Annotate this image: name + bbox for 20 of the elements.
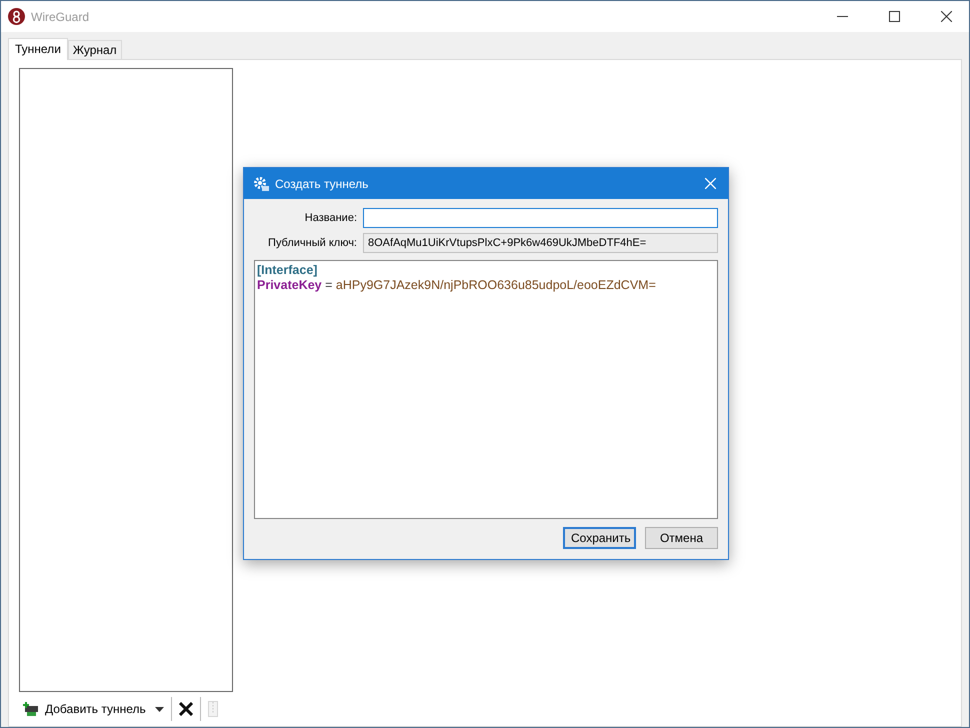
config-section-header: [Interface] [257,263,318,278]
add-tunnel-icon [23,702,40,716]
close-icon [940,11,952,22]
public-key-field[interactable]: 8OAfAqMu1UiKrVtupsPlxC+9Pk6w469UkJMbeDTF4hE= [363,233,718,253]
dialog-title: Создать туннель [275,176,370,190]
window-title: WireGuard [31,10,90,24]
tab[interactable]: Журнал [68,40,122,59]
add-tunnel-button[interactable]: Добавить туннель [19,700,150,718]
gear-icon [253,176,269,192]
config-editor[interactable]: [Interface] PrivateKey = aHPy9G7JAzek9N/njPbROO636u85udpoL/eooEZdCVM= [254,260,718,519]
field-label: Публичный ключ: [267,237,357,249]
maximize-icon [888,11,900,22]
name-field[interactable] [363,208,718,228]
close-icon [704,178,716,189]
dialog-button[interactable]: Отмена [645,527,718,549]
dialog-button[interactable]: Сохранить [563,527,636,549]
field-label: Название: [304,212,357,224]
app-logo-icon [8,8,25,25]
tab[interactable]: Туннели [8,38,68,60]
config-line: PrivateKey = aHPy9G7JAzek9N/njPbROO636u85udpoL/eooEZdCVM= [257,278,657,293]
